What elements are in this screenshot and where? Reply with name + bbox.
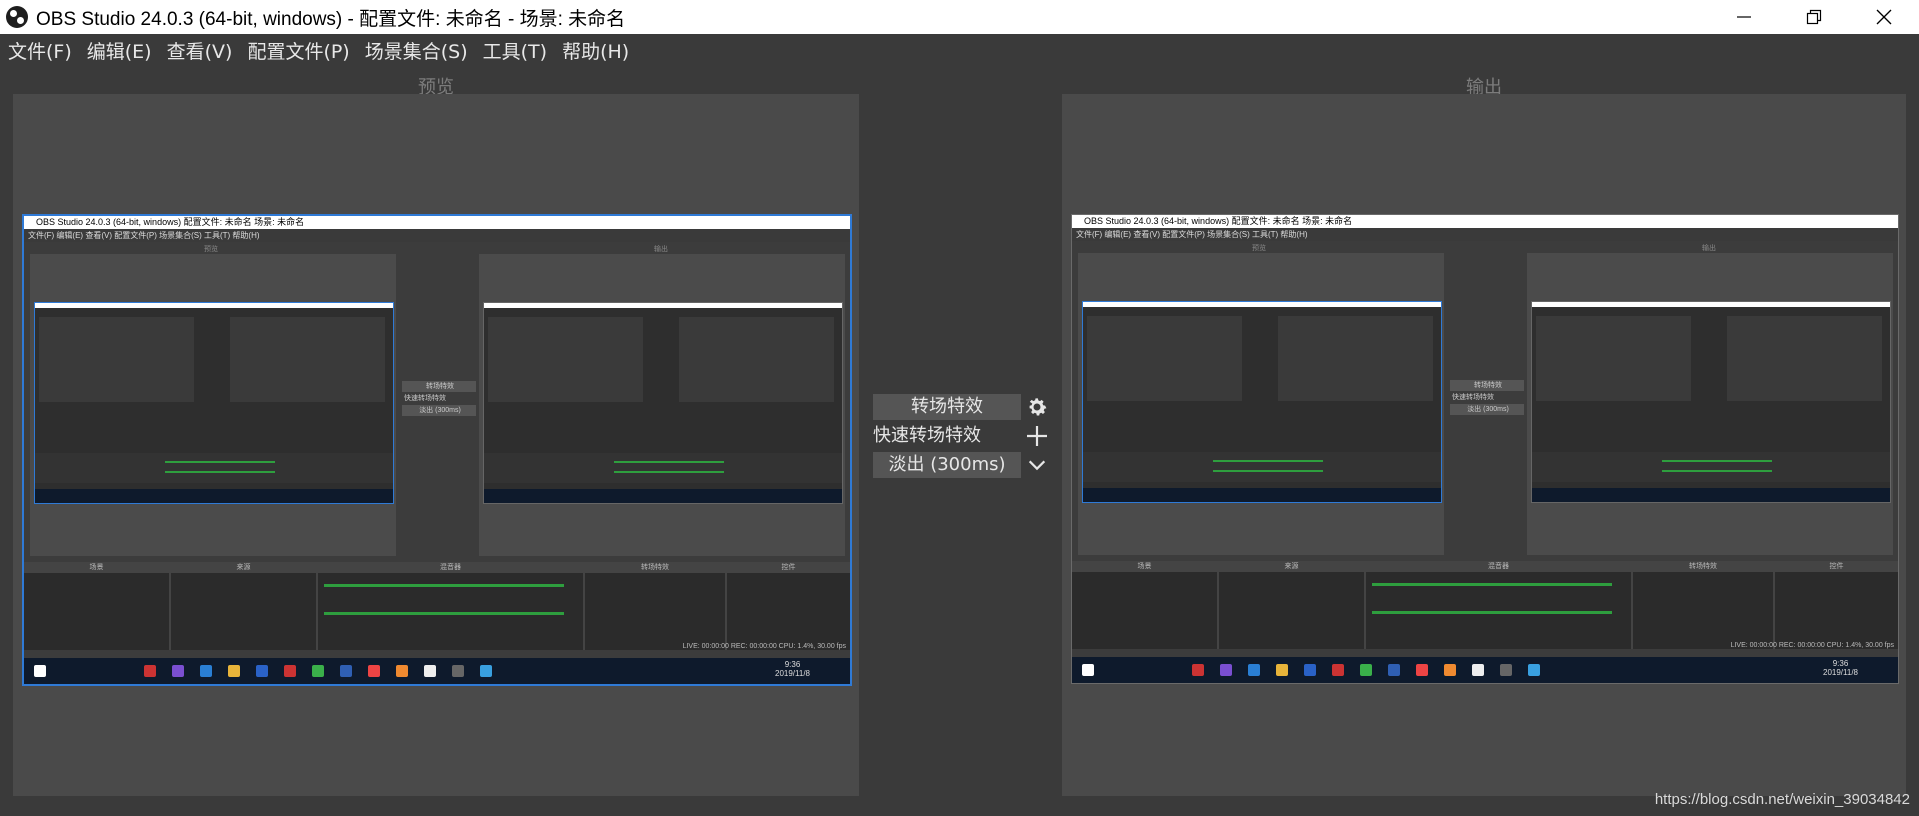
close-icon bbox=[1876, 9, 1892, 25]
nested-docks: 场景 来源 混音器 转场特效 控件 LIVE: 00:00:00 REC: 00… bbox=[1072, 561, 1898, 649]
menu-tools[interactable]: 工具(T) bbox=[483, 37, 547, 64]
plus-icon bbox=[1027, 426, 1047, 446]
transition-properties-button[interactable] bbox=[1023, 393, 1051, 421]
transition-controls: 转场特效 快速转场特效 淡出 (300ms) bbox=[873, 393, 1051, 480]
nested-program-label: 输出 bbox=[1702, 245, 1716, 252]
nested-taskbar: 9:36 2019/11/8 bbox=[24, 658, 850, 684]
menu-scene-collection[interactable]: 场景集合(S) bbox=[365, 37, 468, 64]
restore-button[interactable] bbox=[1779, 0, 1849, 34]
nested-preview-pane bbox=[30, 254, 396, 556]
nested-deep-capture bbox=[483, 302, 843, 504]
nested-docks: 场景 来源 混音器 转场特效 控件 LIVE: 00:00:00 REC: 00… bbox=[24, 562, 850, 650]
nested-menu-bar: 文件(F) 编辑(E) 查看(V) 配置文件(P) 场景集合(S) 工具(T) … bbox=[1072, 228, 1898, 241]
preview-panel[interactable]: OBS Studio 24.0.3 (64-bit, windows) 配置文件… bbox=[13, 94, 859, 796]
restore-icon bbox=[1806, 9, 1822, 25]
nested-deep-capture bbox=[1082, 301, 1442, 503]
title-bar: OBS Studio 24.0.3 (64-bit, windows) - 配置… bbox=[0, 0, 1919, 34]
nested-transition-controls: 转场特效 快速转场特效 淡出 (300ms) bbox=[1450, 380, 1524, 416]
chevron-down-icon bbox=[1028, 460, 1046, 471]
nested-program-pane bbox=[479, 254, 845, 556]
menu-help[interactable]: 帮助(H) bbox=[562, 37, 629, 64]
nested-transition-controls: 转场特效 快速转场特效 淡出 (300ms) bbox=[402, 381, 476, 417]
gear-icon bbox=[1029, 398, 1047, 416]
nested-menu-bar: 文件(F) 编辑(E) 查看(V) 配置文件(P) 场景集合(S) 工具(T) … bbox=[24, 229, 850, 242]
transition-select[interactable]: 转场特效 bbox=[873, 394, 1021, 420]
add-quick-transition-button[interactable] bbox=[1023, 422, 1051, 450]
menu-file[interactable]: 文件(F) bbox=[8, 37, 72, 64]
quick-transition-dropdown[interactable] bbox=[1023, 451, 1051, 479]
nested-taskbar: 9:36 2019/11/8 bbox=[1072, 657, 1898, 683]
nested-program-label: 输出 bbox=[654, 246, 668, 253]
watermark: https://blog.csdn.net/weixin_39034842 bbox=[1654, 791, 1910, 808]
menu-view[interactable]: 查看(V) bbox=[167, 37, 233, 64]
minimize-button[interactable] bbox=[1709, 0, 1779, 34]
nested-preview-label: 预览 bbox=[204, 246, 218, 253]
minimize-icon bbox=[1737, 16, 1751, 18]
obs-logo-icon bbox=[6, 6, 28, 28]
window-controls bbox=[1709, 0, 1919, 34]
menu-profile[interactable]: 配置文件(P) bbox=[247, 37, 349, 64]
nested-title-bar: OBS Studio 24.0.3 (64-bit, windows) 配置文件… bbox=[24, 216, 850, 229]
nested-preview-pane bbox=[1078, 253, 1444, 555]
nested-title-bar: OBS Studio 24.0.3 (64-bit, windows) 配置文件… bbox=[1072, 215, 1898, 228]
menu-bar: 文件(F) 编辑(E) 查看(V) 配置文件(P) 场景集合(S) 工具(T) … bbox=[0, 34, 1919, 66]
program-panel[interactable]: OBS Studio 24.0.3 (64-bit, windows) 配置文件… bbox=[1062, 94, 1906, 796]
nested-program-pane bbox=[1527, 253, 1893, 555]
quick-transition-fade[interactable]: 淡出 (300ms) bbox=[873, 452, 1021, 478]
preview-source-capture[interactable]: OBS Studio 24.0.3 (64-bit, windows) 配置文件… bbox=[22, 214, 852, 686]
quick-transitions-label: 快速转场特效 bbox=[873, 425, 981, 446]
nested-preview-label: 预览 bbox=[1252, 245, 1266, 252]
close-button[interactable] bbox=[1849, 0, 1919, 34]
nested-deep-capture bbox=[1531, 301, 1891, 503]
nested-deep-capture bbox=[34, 302, 394, 504]
menu-edit[interactable]: 编辑(E) bbox=[87, 37, 152, 64]
program-source-capture: OBS Studio 24.0.3 (64-bit, windows) 配置文件… bbox=[1071, 214, 1899, 684]
window-title: OBS Studio 24.0.3 (64-bit, windows) - 配置… bbox=[36, 8, 626, 30]
